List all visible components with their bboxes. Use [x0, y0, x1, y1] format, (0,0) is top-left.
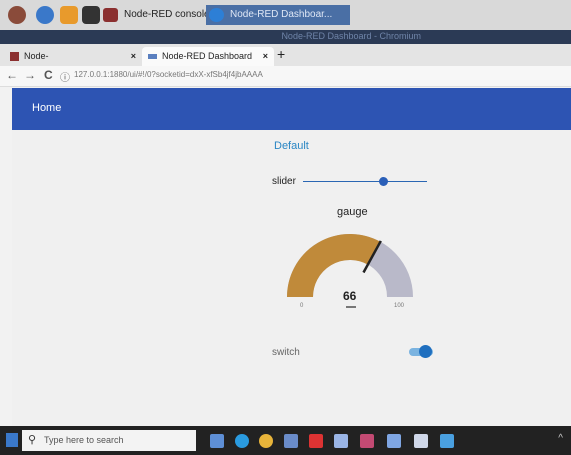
chromium-icon: [209, 8, 224, 22]
file-manager-icon[interactable]: [60, 6, 78, 24]
vnc-viewer-icon[interactable]: [440, 434, 454, 448]
search-box[interactable]: ⚲ Type here to search: [22, 430, 196, 451]
search-placeholder: Type here to search: [44, 435, 124, 445]
close-tab-icon[interactable]: ×: [131, 47, 136, 66]
new-tab-button[interactable]: +: [277, 46, 285, 62]
task-view-icon[interactable]: [210, 434, 224, 448]
page-title: Home: [32, 102, 62, 114]
tab-label: Node-: [24, 51, 49, 61]
slider-label: slider: [272, 176, 296, 187]
tray-chevron-icon[interactable]: ^: [558, 433, 563, 444]
paint-icon[interactable]: [387, 434, 401, 448]
dashboard-favicon: [148, 54, 157, 59]
music-icon[interactable]: [414, 434, 428, 448]
task-label: Node-RED console: [124, 9, 210, 20]
url-field[interactable]: 127.0.0.1:1880/ui/#!/0?socketid=dxX-xfSb…: [74, 70, 263, 79]
acrobat-icon[interactable]: [309, 434, 323, 448]
app-icon[interactable]: [360, 434, 374, 448]
reload-icon[interactable]: C: [44, 68, 53, 82]
windows-taskbar: ⚲ Type here to search ^: [0, 426, 571, 455]
calculator-icon[interactable]: [284, 434, 298, 448]
chrome-icon[interactable]: [259, 434, 273, 448]
tab-strip: Node- × Node-RED Dashboard ×: [0, 44, 571, 66]
task-label: Node-RED Dashboar...: [230, 9, 333, 20]
dashboard-toolbar: Home: [12, 88, 571, 130]
tab-node-red-dashboard[interactable]: Node-RED Dashboard ×: [142, 47, 274, 66]
back-icon[interactable]: ←: [6, 68, 18, 82]
site-info-icon[interactable]: ⓘ: [60, 69, 70, 84]
slider-track[interactable]: [303, 181, 427, 182]
window-title: Node-RED Dashboard - Chromium: [281, 31, 421, 41]
search-icon: ⚲: [28, 434, 37, 446]
node-red-favicon: [10, 52, 19, 61]
windows-start-icon[interactable]: [6, 433, 18, 447]
tab-label: Node-RED Dashboard: [162, 51, 253, 61]
edge-icon[interactable]: [235, 434, 249, 448]
tab-node-red[interactable]: Node- ×: [4, 47, 142, 66]
address-bar: ← → C ⓘ 127.0.0.1:1880/ui/#!/0?socketid=…: [0, 66, 571, 87]
gauge-max: 100: [394, 303, 405, 309]
forward-icon[interactable]: →: [24, 68, 36, 82]
switch-label: switch: [272, 347, 300, 358]
gauge-min: 0: [300, 303, 304, 309]
taskbar-item-node-red-dashboard[interactable]: Node-RED Dashboar...: [206, 5, 350, 25]
switch-toggle[interactable]: [419, 345, 432, 358]
gauge-units-mark: [346, 306, 356, 308]
file-icon[interactable]: [334, 434, 348, 448]
close-tab-icon[interactable]: ×: [263, 47, 268, 66]
raspberry-menu-icon[interactable]: [8, 6, 26, 24]
terminal-icon[interactable]: [82, 6, 100, 24]
group-title: Default: [274, 140, 309, 152]
node-red-icon: [103, 8, 118, 22]
browser-launcher-icon[interactable]: [36, 6, 54, 24]
browser-title-bar: Node-RED Dashboard - Chromium: [0, 30, 571, 44]
gauge-title: gauge: [337, 206, 368, 218]
gauge-value: 66: [343, 289, 357, 303]
os-top-panel: Node-RED console Node-RED Dashboar...: [0, 0, 571, 30]
